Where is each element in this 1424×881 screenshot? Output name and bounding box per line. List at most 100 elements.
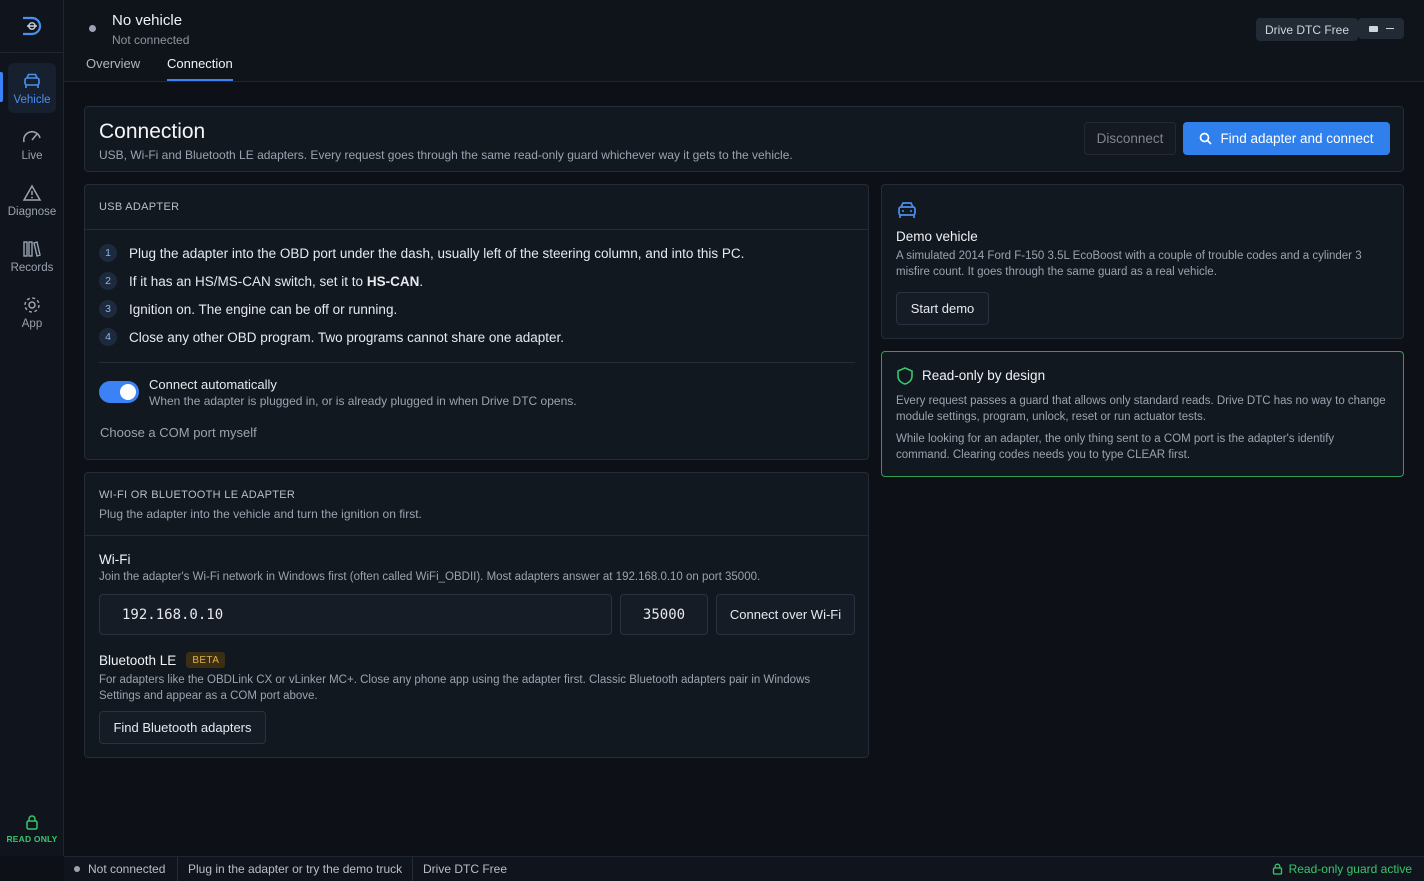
minimize-icon[interactable] <box>1385 27 1394 30</box>
car-icon <box>22 70 42 92</box>
app-logo <box>0 0 64 53</box>
start-demo-button[interactable]: Start demo <box>896 292 989 325</box>
auto-connect-title: Connect automatically <box>149 377 277 392</box>
divider <box>99 362 855 363</box>
step-text: Ignition on. The engine can be off or ru… <box>129 301 398 317</box>
divider <box>85 535 868 536</box>
step-text: Close any other OBD program. Two program… <box>129 329 564 345</box>
sidebar-item-records[interactable]: Records <box>8 231 56 281</box>
step-number: 1 <box>99 244 117 262</box>
header: No vehicle Not connected Overview Connec… <box>64 0 1424 82</box>
tab-overview[interactable]: Overview <box>86 56 140 77</box>
ble-title: Bluetooth LE <box>99 652 177 668</box>
sidebar-item-diagnose[interactable]: Diagnose <box>8 175 56 225</box>
status-dot-icon <box>74 866 80 872</box>
wireless-section-heading: WI-FI OR BLUETOOTH LE ADAPTER <box>99 489 296 501</box>
status-hint: Plug in the adapter or try the demo truc… <box>188 862 403 876</box>
usb-adapter-card: USB ADAPTER 1 Plug the adapter into the … <box>84 184 869 460</box>
readonly-line: While looking for an adapter, the only t… <box>896 433 1335 445</box>
connection-status-dot <box>89 25 96 32</box>
sidebar-item-label: App <box>21 318 43 330</box>
sidebar-item-live[interactable]: Live <box>8 119 56 169</box>
sidebar-item-label: Vehicle <box>13 94 51 106</box>
logo-icon <box>23 16 42 36</box>
lock-icon <box>1272 863 1282 875</box>
readonly-line: module settings, program, unlock, reset … <box>896 411 1207 423</box>
sidebar-item-app[interactable]: App <box>8 287 56 337</box>
warning-icon <box>22 182 42 204</box>
demo-car-icon <box>896 200 918 223</box>
readonly-label: READ ONLY <box>6 834 58 844</box>
choose-com-port-link[interactable]: Choose a COM port myself <box>100 425 257 440</box>
usb-section-heading: USB ADAPTER <box>99 201 180 213</box>
step-number: 2 <box>99 272 117 290</box>
find-adapter-label: Find adapter and connect <box>1220 131 1374 146</box>
step-text-strong: HS-CAN <box>366 273 420 289</box>
lock-icon <box>26 815 38 830</box>
find-adapter-button[interactable]: Find adapter and connect <box>1183 122 1390 155</box>
usb-step-4: 4 Close any other OBD program. Two progr… <box>99 328 564 346</box>
restore-icon[interactable] <box>1368 25 1378 32</box>
step-text-end: . <box>419 273 424 289</box>
wifi-ip-input[interactable]: 192.168.0.10 <box>99 594 612 635</box>
sidebar-item-label: Records <box>10 262 54 274</box>
demo-description-line: misfire count. It goes through the same … <box>896 266 1217 278</box>
connect-wifi-button[interactable]: Connect over Wi-Fi <box>716 594 855 635</box>
auto-connect-toggle[interactable] <box>99 381 139 403</box>
status-bar: Not connected Plug in the adapter or try… <box>64 856 1424 881</box>
books-icon <box>22 238 42 260</box>
wifi-title: Wi-Fi <box>99 552 131 567</box>
gauge-icon <box>22 126 42 148</box>
toggle-knob <box>120 384 136 400</box>
usb-step-1: 1 Plug the adapter into the OBD port und… <box>99 244 744 262</box>
vehicle-status: Not connected <box>112 33 190 47</box>
tab-connection[interactable]: Connection <box>167 56 233 81</box>
guard-status: Read-only guard active <box>1272 857 1412 881</box>
ble-subtitle-line: Settings and appear as a COM port above. <box>99 690 318 702</box>
sidebar-item-vehicle[interactable]: Vehicle <box>8 63 56 113</box>
guard-status-text: Read-only guard active <box>1288 862 1412 876</box>
sidebar-item-label: Live <box>21 150 43 162</box>
readonly-line: command. Clearing codes needs you to typ… <box>896 449 1191 461</box>
ble-title-row: Bluetooth LE BETA <box>99 652 226 668</box>
step-text: Plug the adapter into the OBD port under… <box>129 245 745 261</box>
edition-badge: Drive DTC Free <box>1256 18 1359 41</box>
step-text: If it has an HS/MS-CAN switch, set it to <box>129 273 367 289</box>
divider <box>412 857 413 881</box>
search-icon <box>1200 132 1213 145</box>
wireless-adapter-card: WI-FI OR BLUETOOTH LE ADAPTER Plug the a… <box>84 472 869 758</box>
demo-description-line: A simulated 2014 Ford F-150 3.5L EcoBoos… <box>896 250 1362 262</box>
page-title: Connection <box>99 120 206 143</box>
vehicle-title: No vehicle <box>112 12 183 29</box>
readonly-line: Every request passes a guard that allows… <box>896 395 1386 407</box>
window-controls[interactable] <box>1358 18 1404 39</box>
auto-connect-subtitle: When the adapter is plugged in, or is al… <box>149 394 577 408</box>
demo-title: Demo vehicle <box>896 229 978 244</box>
wireless-subtitle: Plug the adapter into the vehicle and tu… <box>99 507 422 521</box>
connection-header-card: Connection USB, Wi-Fi and Bluetooth LE a… <box>84 106 1404 172</box>
readonly-paragraph-1: Every request passes a guard that allows… <box>896 393 1386 425</box>
usb-step-2: 2 If it has an HS/MS-CAN switch, set it … <box>99 272 423 290</box>
find-bluetooth-button[interactable]: Find Bluetooth adapters <box>99 711 266 744</box>
shield-icon <box>896 366 914 389</box>
ble-subtitle-line: For adapters like the OBDLink CX or vLin… <box>99 674 811 686</box>
demo-vehicle-card: Demo vehicle A simulated 2014 Ford F-150… <box>881 184 1404 339</box>
gear-icon <box>22 294 42 316</box>
page-subtitle: USB, Wi-Fi and Bluetooth LE adapters. Ev… <box>99 148 793 162</box>
status-edition: Drive DTC Free <box>423 862 508 876</box>
readonly-title: Read-only by design <box>922 368 1046 383</box>
demo-description: A simulated 2014 Ford F-150 3.5L EcoBoos… <box>896 248 1362 280</box>
step-number: 4 <box>99 328 117 346</box>
disconnect-button[interactable]: Disconnect <box>1084 122 1176 155</box>
usb-step-3: 3 Ignition on. The engine can be off or … <box>99 300 397 318</box>
wifi-subtitle: Join the adapter's Wi-Fi network in Wind… <box>99 571 761 583</box>
status-text: Not connected <box>88 862 166 876</box>
divider <box>177 857 178 881</box>
sidebar-item-label: Diagnose <box>7 206 57 218</box>
wifi-port-input[interactable]: 35000 <box>620 594 708 635</box>
sidebar: Vehicle Live Diagnose Records App READ O… <box>0 0 64 856</box>
active-nav-indicator <box>0 72 3 102</box>
status-segment: Not connected <box>74 857 165 881</box>
readonly-paragraph-2: While looking for an adapter, the only t… <box>896 431 1334 463</box>
divider <box>85 229 868 230</box>
